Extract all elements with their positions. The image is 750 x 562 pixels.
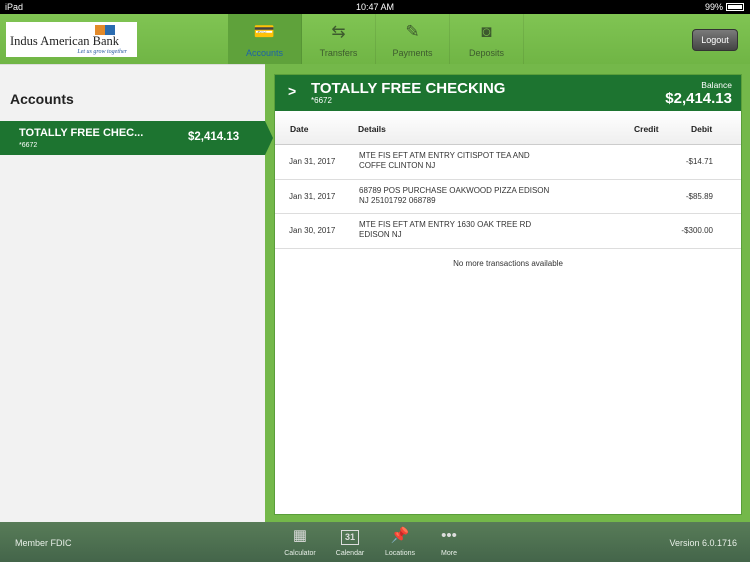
txn-date: Jan 31, 2017 [289,157,336,166]
tool-label: More [441,550,457,557]
account-list-item[interactable]: TOTALLY FREE CHEC... *6672 $2,414.13 [0,121,273,155]
logout-button[interactable]: Logout [692,29,738,51]
col-debit: Debit [691,124,713,134]
account-detail: > TOTALLY FREE CHECKING *6672 Balance $2… [274,74,742,515]
calendar-icon: 31 [325,526,375,546]
status-bar: iPad 10:47 AM 99% [0,0,750,14]
tool-label: Calculator [284,550,316,557]
calendar-button[interactable]: 31 Calendar [325,526,375,557]
clock: 10:47 AM [355,2,395,12]
txn-details: MTE FIS EFT ATM ENTRY 1630 OAK TREE RD E… [359,220,532,239]
more-button[interactable]: ••• More [424,526,474,557]
account-number: *6672 [19,142,38,149]
tab-label: Deposits [468,48,504,58]
txn-details: 68789 POS PURCHASE OAKWOOD PIZZA EDISON … [359,185,550,205]
bottom-bar: Member FDIC ▦ Calculator 31 Calendar 📌 Loca… [0,522,750,562]
account-title: TOTALLY FREE CHECKING [311,80,506,97]
battery-percent: 99% [704,2,723,12]
col-date: Date [290,124,309,134]
logo-name: Indus American Bank [10,34,120,48]
txn-date: Jan 31, 2017 [289,191,336,201]
camera-icon: ◙ [481,22,492,41]
more-dots-icon: ••• [441,527,457,544]
logo-tagline: Let us grow together [77,49,127,55]
calculator-icon: ▦ [292,527,308,544]
chevron-right-icon: > [288,83,297,99]
tab-label: Transfers [319,48,358,58]
bank-logo: Indus American Bank Let us grow together [6,22,137,57]
tab-label: Accounts [245,48,284,58]
col-credit: Credit [634,124,659,134]
no-more-transactions: No more transactions available [453,258,563,268]
battery-icon [726,3,744,11]
txn-date: Jan 30, 2017 [289,226,336,235]
accounts-sidebar: Accounts TOTALLY FREE CHEC... *6672 $2,4… [0,64,273,522]
account-name: TOTALLY FREE CHEC... [19,127,144,139]
tab-deposits[interactable]: ◙ Deposits [450,14,524,64]
balance-label: Balance [701,80,732,90]
table-row[interactable]: Jan 30, 2017 MTE FIS EFT ATM ENTRY 1630 O… [275,214,741,249]
logo-mark-icon [95,25,115,35]
tool-label: Locations [385,550,415,557]
locations-button[interactable]: 📌 Locations [375,526,425,557]
tab-label: Payments [392,48,433,58]
col-details: Details [358,124,386,134]
tab-payments[interactable]: ✎ Payments [376,14,450,64]
header: Indus American Bank Let us grow together… [0,14,750,64]
account-number: *6672 [311,96,332,105]
calculator-button[interactable]: ▦ Calculator [275,526,325,557]
tab-accounts[interactable]: 💳 Accounts [228,14,302,64]
transfer-arrows-icon: ⇆ [331,22,346,41]
sidebar-title: Accounts [10,91,74,107]
tool-label: Calendar [335,550,365,557]
member-fdic: Member FDIC [15,538,72,548]
tab-transfers[interactable]: ⇆ Transfers [302,14,376,64]
account-balance: $2,414.13 [188,131,240,143]
txn-debit: -$85.89 [685,191,713,201]
table-row[interactable]: Jan 31, 2017 MTE FIS EFT ATM ENTRY CITISP… [275,145,741,180]
app-version: Version 6.0.1716 [669,538,737,548]
txn-debit: -$14.71 [685,157,713,166]
check-pen-icon: ✎ [405,22,420,41]
credit-card-icon: 💳 [253,22,276,41]
table-header: Date Details Credit Debit [275,111,741,145]
table-row[interactable]: Jan 31, 2017 68789 POS PURCHASE OAKWOOD P… [275,180,741,214]
account-header[interactable]: > TOTALLY FREE CHECKING *6672 Balance $2… [275,75,741,111]
balance-value: $2,414.13 [665,90,732,107]
txn-details: MTE FIS EFT ATM ENTRY CITISPOT TEA AND C… [359,151,530,170]
txn-debit: -$300.00 [681,226,713,235]
pushpin-icon: 📌 [390,527,410,544]
